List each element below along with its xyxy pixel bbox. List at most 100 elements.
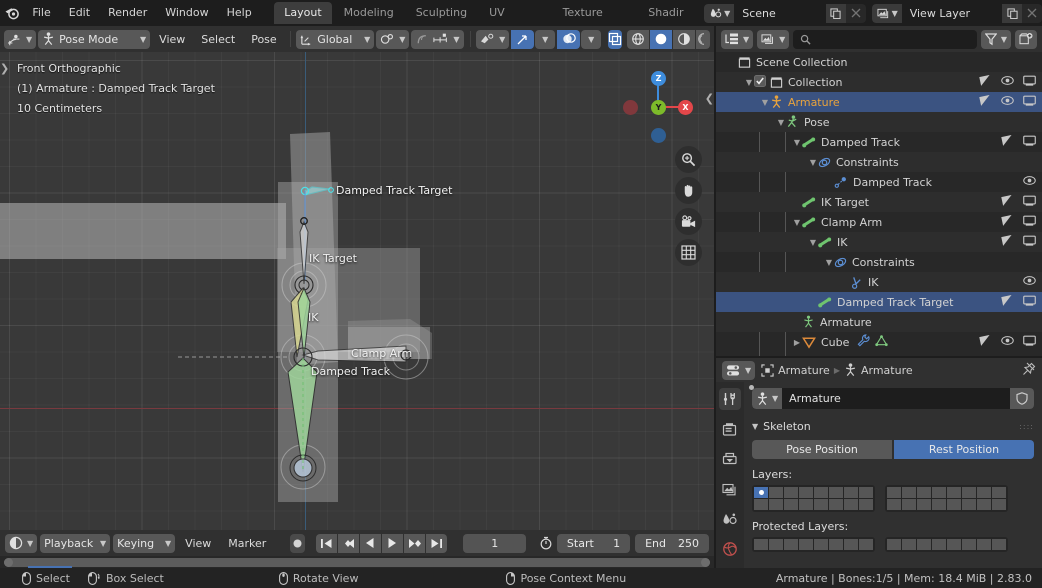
layer-cell[interactable] bbox=[754, 499, 768, 510]
layer-cell[interactable] bbox=[859, 499, 873, 510]
outliner-row[interactable]: ▼ Collection bbox=[716, 72, 1042, 92]
armature-datablock-field[interactable]: ▼ Armature bbox=[752, 388, 1034, 409]
layer-cell[interactable] bbox=[992, 487, 1006, 498]
layer-cell[interactable] bbox=[947, 487, 961, 498]
auto-keying-toggle[interactable] bbox=[289, 533, 306, 553]
layer-cell[interactable] bbox=[799, 487, 813, 498]
hide-in-viewport-icon[interactable] bbox=[1001, 75, 1014, 89]
layer-cell[interactable] bbox=[754, 487, 768, 498]
outliner-row[interactable]: IK bbox=[716, 272, 1042, 292]
protected-layer-cell[interactable] bbox=[829, 539, 843, 550]
layer-cell[interactable] bbox=[887, 487, 901, 498]
shading-material-button[interactable] bbox=[673, 29, 695, 49]
armature-datablock-name[interactable]: Armature bbox=[782, 392, 1010, 405]
outliner-row[interactable]: ▼ Clamp Arm bbox=[716, 212, 1042, 232]
restrict-select-icon[interactable] bbox=[1001, 214, 1014, 230]
disclosure-triangle-icon[interactable]: ▶ bbox=[792, 338, 802, 347]
collection-checkbox[interactable] bbox=[754, 74, 766, 90]
tab-shading[interactable]: Shadir bbox=[638, 2, 693, 24]
fake-user-toggle[interactable] bbox=[1010, 388, 1034, 409]
gizmo-axis-z[interactable]: Z bbox=[651, 71, 666, 86]
menu-edit[interactable]: Edit bbox=[60, 3, 99, 23]
navigation-gizmo[interactable]: Z Y X bbox=[614, 60, 693, 143]
disclosure-triangle-icon[interactable]: ▼ bbox=[808, 238, 818, 247]
timeline-menu-marker[interactable]: Marker bbox=[221, 534, 273, 553]
outliner-new-collection-button[interactable] bbox=[1015, 29, 1037, 49]
layer-cell[interactable] bbox=[977, 487, 991, 498]
restrict-select-icon[interactable] bbox=[1001, 194, 1014, 210]
next-keyframe-button[interactable] bbox=[403, 533, 425, 553]
hide-in-viewport-icon[interactable] bbox=[1023, 175, 1036, 189]
outliner-editor-type-selector[interactable]: ▼ bbox=[721, 29, 754, 49]
layer-cell[interactable] bbox=[859, 487, 873, 498]
interaction-mode-selector[interactable]: Pose Mode ▼ bbox=[38, 29, 151, 49]
layer-cell[interactable] bbox=[962, 487, 976, 498]
scene-copy-icon[interactable] bbox=[825, 3, 846, 23]
scene-datablock[interactable]: ▼ Scene bbox=[704, 3, 866, 23]
outliner-row[interactable]: Damped Track Target bbox=[716, 292, 1042, 312]
layer-cell[interactable] bbox=[917, 487, 931, 498]
outliner-row[interactable]: Damped Track bbox=[716, 172, 1042, 192]
protected-layer-cell[interactable] bbox=[784, 539, 798, 550]
layer-cell[interactable] bbox=[887, 499, 901, 510]
view-layer-copy-icon[interactable] bbox=[1002, 3, 1022, 23]
protected-layer-cell[interactable] bbox=[947, 539, 961, 550]
play-button[interactable] bbox=[381, 533, 403, 553]
gizmo-axis-neg-x[interactable] bbox=[623, 100, 638, 115]
outliner-row[interactable]: ▼ Pose bbox=[716, 112, 1042, 132]
timeline-menu-keying[interactable]: Keying ▼ bbox=[113, 533, 176, 553]
show-overlays-toggle[interactable] bbox=[557, 29, 581, 49]
disclosure-triangle-icon[interactable]: ▼ bbox=[776, 118, 786, 127]
gizmo-axis-neg-z[interactable] bbox=[651, 128, 666, 143]
viewport-menu-view[interactable]: View bbox=[152, 30, 192, 49]
timeline-menu-playback[interactable]: Playback ▼ bbox=[40, 533, 111, 553]
tab-scene-properties[interactable] bbox=[719, 508, 741, 530]
xray-toggle[interactable] bbox=[608, 29, 622, 49]
pin-icon[interactable] bbox=[1022, 362, 1036, 379]
layer-cell[interactable] bbox=[829, 487, 843, 498]
transform-orientation-selector[interactable]: Global ▼ bbox=[296, 29, 375, 49]
hide-in-viewport-icon[interactable] bbox=[1001, 335, 1014, 349]
outliner-row[interactable]: Scene Collection bbox=[716, 52, 1042, 72]
layer-cell[interactable] bbox=[977, 499, 991, 510]
outliner-filter-button[interactable]: ▼ bbox=[980, 29, 1011, 49]
properties-editor-type-selector[interactable]: ▼ bbox=[722, 360, 756, 380]
disable-in-viewports-icon[interactable] bbox=[1023, 75, 1036, 90]
outliner-row[interactable]: ▼ Constraints bbox=[716, 252, 1042, 272]
tab-render-properties[interactable] bbox=[719, 418, 741, 440]
protected-layer-cell[interactable] bbox=[754, 539, 768, 550]
protected-layer-cell[interactable] bbox=[859, 539, 873, 550]
layer-cell[interactable] bbox=[917, 499, 931, 510]
layer-cell[interactable] bbox=[902, 487, 916, 498]
prev-keyframe-button[interactable] bbox=[337, 533, 359, 553]
outliner-row[interactable]: IK Target bbox=[716, 192, 1042, 212]
disable-in-viewports-icon[interactable] bbox=[1023, 95, 1036, 110]
show-gizmo-toggle[interactable] bbox=[511, 29, 535, 49]
layer-cell[interactable] bbox=[829, 499, 843, 510]
outliner-row[interactable]: ▼ Constraints bbox=[716, 152, 1042, 172]
protected-layer-cell[interactable] bbox=[799, 539, 813, 550]
protected-layer-cell[interactable] bbox=[932, 539, 946, 550]
layer-cell[interactable] bbox=[769, 487, 783, 498]
layer-cell[interactable] bbox=[844, 499, 858, 510]
overlay-options-dropdown[interactable]: ▼ bbox=[581, 29, 602, 49]
layer-cell[interactable] bbox=[932, 499, 946, 510]
visibility-selector[interactable]: ▼ bbox=[476, 29, 510, 49]
restrict-select-icon[interactable] bbox=[1001, 134, 1014, 150]
restrict-select-icon[interactable] bbox=[1001, 294, 1014, 310]
outliner-row[interactable]: Armature bbox=[716, 312, 1042, 332]
shading-solid-button[interactable] bbox=[650, 29, 672, 49]
timeline-editor-type-selector[interactable]: ▼ bbox=[5, 533, 38, 553]
view-layer-name[interactable]: View Layer bbox=[901, 3, 1002, 23]
viewport-menu-pose[interactable]: Pose bbox=[244, 30, 283, 49]
armature-data-browse-icon[interactable]: ▼ bbox=[752, 388, 783, 409]
tab-tool-properties[interactable] bbox=[719, 388, 741, 410]
snap-target-selector[interactable]: ▼ bbox=[376, 29, 410, 49]
gizmo-options-dropdown[interactable]: ▼ bbox=[535, 29, 556, 49]
disclosure-triangle-icon[interactable]: ▼ bbox=[824, 258, 834, 267]
layer-cell[interactable] bbox=[814, 487, 828, 498]
protected-layer-cell[interactable] bbox=[769, 539, 783, 550]
disclosure-triangle-icon[interactable]: ▼ bbox=[792, 138, 802, 147]
layer-cell[interactable] bbox=[947, 499, 961, 510]
restrict-select-icon[interactable] bbox=[979, 74, 992, 90]
